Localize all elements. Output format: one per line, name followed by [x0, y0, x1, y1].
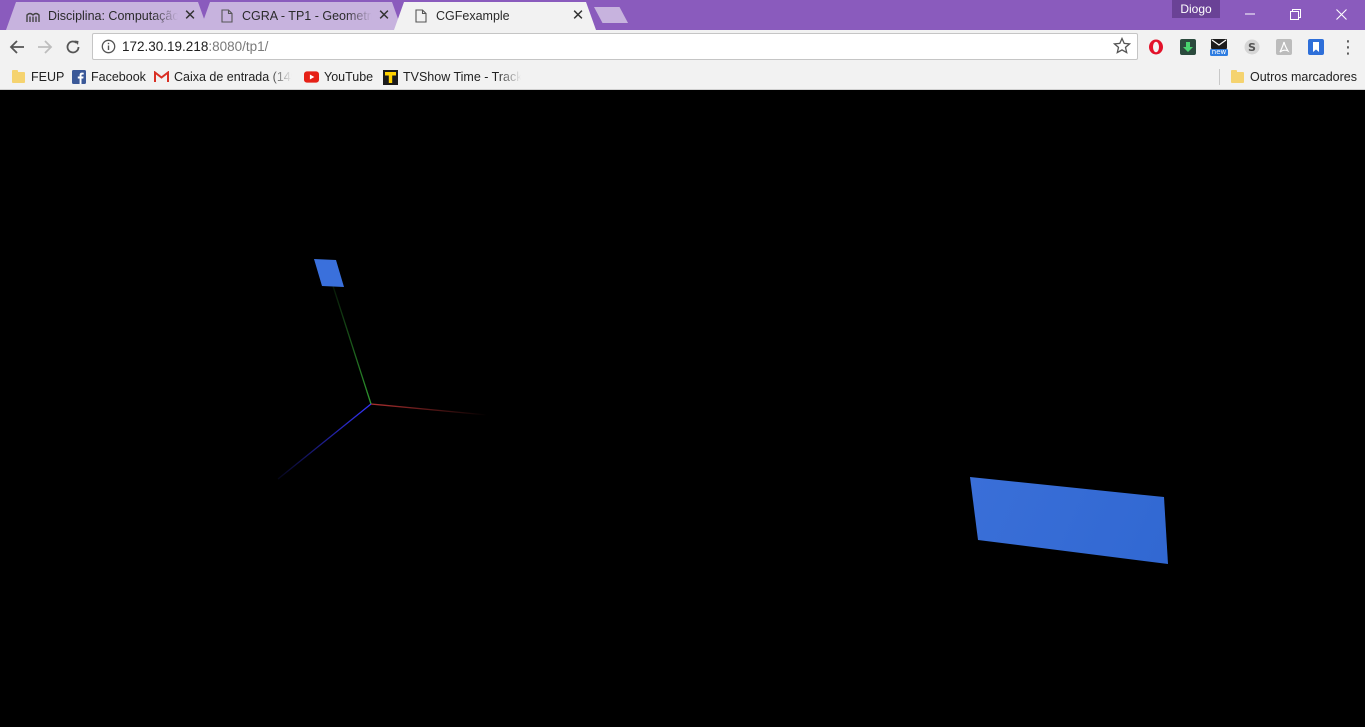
close-tab-icon[interactable]: ✕ [182, 8, 198, 24]
bookmark-youtube[interactable]: YouTube [304, 67, 373, 87]
tab-title: Disciplina: Computação G [48, 9, 178, 23]
folder-icon [1230, 69, 1245, 85]
forward-button[interactable] [34, 36, 56, 58]
back-arrow-icon [9, 40, 24, 54]
profile-name[interactable]: Diogo [1172, 0, 1220, 18]
address-url[interactable]: 172.30.19.218:8080/tp1/ [122, 39, 268, 54]
tab-title: CGRA - TP1 - Geometria [242, 9, 372, 23]
bookmark-gmail[interactable]: Caixa de entrada (149 [154, 67, 292, 87]
folder-icon [11, 69, 26, 85]
tvshowtime-icon [383, 69, 398, 85]
menu-icon[interactable]: ⋮ [1338, 38, 1358, 56]
bookmark-tvshowtime[interactable]: TVShow Time - Track y [383, 67, 521, 87]
bookmark-label: Facebook [91, 70, 146, 84]
tab-disciplina[interactable]: Disciplina: Computação G ✕ [6, 2, 208, 30]
svg-text:S: S [1248, 41, 1256, 54]
info-icon[interactable] [101, 39, 116, 54]
close-window-icon[interactable] [1318, 0, 1364, 28]
youtube-icon [304, 70, 319, 85]
bookmark-label: YouTube [324, 70, 374, 84]
close-tab-icon[interactable]: ✕ [570, 8, 586, 24]
restore-icon[interactable] [1272, 0, 1318, 28]
page-icon [414, 9, 428, 23]
bookmark-label: FEUP [31, 70, 65, 84]
reload-button[interactable] [62, 36, 84, 58]
reload-icon [66, 40, 80, 54]
s-extension-icon[interactable]: S [1243, 38, 1261, 56]
minimize-icon[interactable] [1227, 0, 1273, 28]
opera-icon[interactable] [1147, 38, 1165, 56]
z-axis-line [277, 403, 372, 480]
pdf-icon[interactable] [1275, 38, 1293, 56]
mail-new-icon[interactable]: new [1210, 38, 1228, 56]
url-path: :8080/tp1/ [208, 39, 269, 54]
small-blue-quad [314, 259, 344, 287]
url-host: 172.30.19.218 [122, 39, 209, 54]
gmail-icon [154, 70, 169, 85]
large-blue-quad [970, 477, 1168, 564]
bookmarks-bar: FEUP Facebook Caixa de entrada (149 YouT… [0, 64, 1365, 90]
y-axis-line [332, 285, 372, 405]
page-icon [220, 9, 234, 23]
tab-cgfexample[interactable]: CGFexample ✕ [394, 2, 596, 30]
back-button[interactable] [6, 36, 28, 58]
bookmark-feup[interactable]: FEUP [11, 67, 64, 87]
browser-toolbar: 172.30.19.218:8080/tp1/ new S ⋮ [0, 30, 1365, 64]
moodle-icon [26, 9, 40, 23]
bookmark-icon[interactable] [1307, 38, 1325, 56]
webgl-canvas[interactable] [0, 90, 1365, 727]
address-bar[interactable]: 172.30.19.218:8080/tp1/ [92, 33, 1138, 60]
title-bar: Disciplina: Computação G ✕ CGRA - TP1 - … [0, 0, 1365, 30]
close-tab-icon[interactable]: ✕ [376, 8, 392, 24]
bookmark-label: Caixa de entrada (149 [174, 70, 292, 84]
bookmark-label: TVShow Time - Track y [403, 70, 521, 84]
bookmark-facebook[interactable]: Facebook [71, 67, 146, 87]
bookmarks-separator [1219, 69, 1220, 85]
forward-arrow-icon [38, 40, 53, 54]
x-axis-line [370, 403, 488, 416]
star-icon[interactable] [1113, 37, 1131, 55]
bookmark-label: Outros marcadores [1250, 70, 1357, 84]
tab-cgra[interactable]: CGRA - TP1 - Geometria ✕ [200, 2, 402, 30]
download-icon[interactable] [1179, 38, 1197, 56]
tab-title: CGFexample [436, 9, 510, 23]
bookmark-other[interactable]: Outros marcadores [1230, 67, 1357, 87]
new-tab-button[interactable] [594, 7, 628, 23]
facebook-icon [71, 70, 86, 85]
extension-badge: new [1211, 48, 1227, 56]
